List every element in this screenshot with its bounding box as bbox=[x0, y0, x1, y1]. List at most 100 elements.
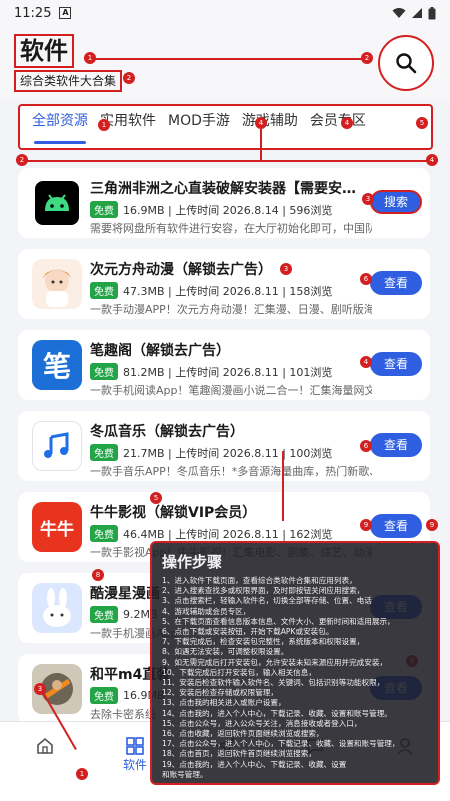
app-name: 次元方舟动漫（解锁去广告） bbox=[90, 262, 272, 278]
step-item: 2、进入搜素查找多或权限界面，及时即按钮关闭应用搜索， bbox=[162, 586, 365, 596]
annotation-line bbox=[260, 129, 262, 161]
annotation-badge: 8 bbox=[92, 569, 104, 581]
view-button[interactable]: 查看 bbox=[370, 271, 422, 295]
annotation-badge: 3 bbox=[280, 263, 292, 275]
app-name: 笔趣阁（解锁去广告） bbox=[90, 343, 230, 359]
app-description: 一款手音乐APP！冬瓜音乐！*多音源海量曲库，热门新歌、… bbox=[90, 465, 372, 478]
bi-char-icon: 笔 bbox=[42, 350, 71, 383]
app-description: 一款手机阅读App！笔趣阁漫画小说二合一！汇集海量网文与… bbox=[90, 384, 372, 397]
annotation-badge: 1 bbox=[98, 119, 110, 131]
app-description: 需要将网盘所有软件进行安容，在大厅初始化即可，中国队只… bbox=[90, 222, 372, 235]
app-icon bbox=[32, 421, 82, 471]
free-badge: 免费 bbox=[90, 687, 118, 704]
annotation-badge: 4 bbox=[255, 117, 267, 129]
tab-mod-games[interactable]: MOD手游 bbox=[162, 106, 236, 148]
search-button[interactable] bbox=[378, 35, 434, 91]
header: 软件 综合类软件大合集 bbox=[0, 26, 450, 100]
search-icon bbox=[396, 53, 417, 74]
page-title: 软件 bbox=[14, 34, 74, 68]
signal-icon bbox=[412, 8, 422, 18]
free-badge: 免费 bbox=[90, 525, 118, 542]
wifi-icon bbox=[392, 8, 406, 18]
step-item: 7、下载完成后，检查安装包完整性，系统版本和权限设置， bbox=[162, 637, 365, 647]
annotation-badge: 5 bbox=[150, 492, 162, 504]
app-meta: 16.9MB | 上传时间 2026.8.14 | 596浏览 bbox=[123, 203, 333, 217]
music-note-icon bbox=[44, 432, 69, 458]
step-item: 16、点击收藏，返回软件页面继续浏览或搜索， bbox=[162, 729, 324, 739]
annotation-badge: 6 bbox=[360, 440, 372, 452]
annotation-badge: 5 bbox=[416, 117, 428, 129]
step-item: 3、点击搜索栏，轻输入软件名，切换全部等存储、位置、电话 bbox=[162, 596, 372, 606]
app-icon bbox=[32, 178, 82, 228]
annotation-badge: 1 bbox=[84, 52, 96, 64]
search-app-button[interactable]: 搜索 bbox=[370, 190, 422, 214]
battery-icon bbox=[428, 6, 436, 19]
annotation-badge: 9 bbox=[426, 519, 438, 531]
anime-character-icon bbox=[42, 269, 72, 307]
annotation-badge: 2 bbox=[123, 72, 135, 84]
app-icon bbox=[32, 583, 82, 633]
free-badge: 免费 bbox=[90, 444, 118, 461]
annotation-badge: 2 bbox=[16, 154, 28, 166]
instructions-steps: 1、进入软件下载页面，查看综合类软件合集和应用列表， 2、进入搜素查找多或权限界… bbox=[162, 576, 428, 780]
annotation-line bbox=[282, 451, 284, 521]
free-badge: 免费 bbox=[90, 201, 118, 218]
niuniu-logo: 牛牛 bbox=[40, 519, 74, 540]
free-badge: 免费 bbox=[90, 282, 118, 299]
app-name: 牛牛影视（解锁VIP会员） bbox=[90, 505, 257, 521]
step-item: 18、点击首页，返回软件首页继续浏览搜索， bbox=[162, 749, 316, 759]
step-item: 11、安装后检查软件输入软件名、关键词、包括识别等功能权限， bbox=[162, 678, 385, 688]
app-icon bbox=[32, 259, 82, 309]
rabbit-icon bbox=[43, 588, 71, 627]
free-badge: 免费 bbox=[90, 363, 118, 380]
status-bar: 11:25 A bbox=[0, 0, 450, 26]
annotation-badge: 4 bbox=[360, 356, 372, 368]
app-icon: 笔 bbox=[32, 340, 82, 390]
instructions-panel: 操作步骤 1、进入软件下载页面，查看综合类软件合集和应用列表， 2、进入搜素查找… bbox=[150, 541, 440, 785]
status-time: 11:25 bbox=[14, 5, 52, 21]
category-tabs: 全部资源 实用软件 MOD手游 游戏辅助 会员专区 bbox=[18, 104, 433, 150]
annotation-badge: 1 bbox=[76, 768, 88, 780]
home-icon bbox=[37, 737, 53, 754]
step-item: 10、下载完成后打开安装包，输入相关信息， bbox=[162, 667, 316, 677]
status-a-icon: A bbox=[59, 7, 72, 19]
view-button[interactable]: 查看 bbox=[370, 433, 422, 457]
view-button[interactable]: 查看 bbox=[370, 352, 422, 376]
app-meta: 47.3MB | 上传时间 2026.8.11 | 158浏览 bbox=[123, 284, 333, 298]
app-meta: 81.2MB | 上传时间 2026.8.11 | 101浏览 bbox=[123, 365, 333, 379]
step-item: 14、点击我的，进入个人中心，下载记录、收藏、设置和账号管理。 bbox=[162, 708, 392, 718]
annotation-line bbox=[22, 160, 430, 162]
free-badge: 免费 bbox=[90, 606, 118, 623]
app-meta: 21.7MB | 上传时间 2026.8.11 | 100浏览 bbox=[123, 446, 333, 460]
annotation-badge: 2 bbox=[361, 52, 373, 64]
tab-vip-zone[interactable]: 会员专区 bbox=[304, 106, 372, 148]
step-item: 13、点击我的相关进入或账户设置， bbox=[162, 698, 286, 708]
step-item: 8、如遇无法安装，可调整权限设置。 bbox=[162, 647, 289, 657]
step-item: 4、游戏辅助或会员专区， bbox=[162, 606, 251, 616]
view-button[interactable]: 查看 bbox=[370, 514, 422, 538]
step-item: 15、点击公众号，进入公众号关注，消息接收或者登入口， bbox=[162, 718, 362, 728]
app-meta: 46.4MB | 上传时间 2026.8.11 | 162浏览 bbox=[123, 527, 333, 541]
android-icon bbox=[35, 181, 79, 225]
step-item: 5、在下载页面查看信息版本信息、文件大小、更新时间和适用展示， bbox=[162, 616, 395, 626]
step-item: 12、安装后检查存储或权限管理， bbox=[162, 688, 278, 698]
step-item: 和账号管理。 bbox=[162, 769, 208, 779]
app-description: 一款手动漫APP！次元方舟动漫！汇集漫、日漫、剧听版海量… bbox=[90, 303, 372, 316]
step-item: 6、点击下载或安装按钮，开始下载APK或安装包。 bbox=[162, 627, 334, 637]
annotation-line bbox=[88, 58, 368, 60]
annotation-badge: 3 bbox=[34, 683, 46, 695]
annotation-badge: 3 bbox=[362, 193, 374, 205]
nav-label: 软件 bbox=[122, 758, 147, 772]
app-icon: 牛牛 bbox=[32, 502, 82, 552]
annotation-badge: 6 bbox=[360, 273, 372, 285]
grid-icon bbox=[126, 737, 144, 755]
annotation-badge: 4 bbox=[341, 117, 353, 129]
page-subtitle: 综合类软件大合集 bbox=[14, 70, 123, 92]
tab-all-resources[interactable]: 全部资源 bbox=[26, 106, 94, 148]
step-item: 19、点击我的，进入个人中心、下载记录、收藏、设置 bbox=[162, 759, 347, 769]
step-item: 1、进入软件下载页面，查看综合类软件合集和应用列表， bbox=[162, 576, 357, 585]
annotation-badge: 4 bbox=[426, 154, 438, 166]
tab-game-assist[interactable]: 游戏辅助 bbox=[236, 106, 304, 148]
nav-home[interactable] bbox=[15, 736, 75, 756]
step-item: 17、点击公众号，进入个人中心，下载记录、收藏、设置和账号管理， bbox=[162, 739, 400, 749]
